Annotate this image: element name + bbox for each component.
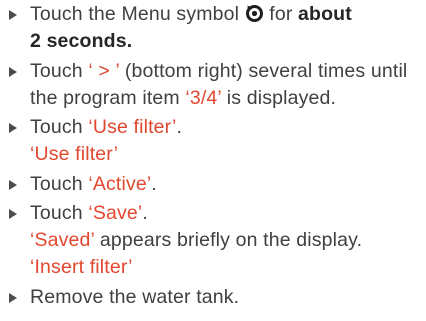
step-line: Touch ‘Save’. xyxy=(30,200,148,227)
step-text: is displayed. xyxy=(226,87,337,109)
step-line: ‘Use filter’ xyxy=(30,141,118,168)
triangle-right-icon xyxy=(9,180,17,190)
step-text: the program item xyxy=(30,87,180,109)
triangle-right-icon xyxy=(9,209,17,219)
step-line: the program item ‘3/4’ is displayed. xyxy=(30,85,336,112)
step-text: . xyxy=(151,173,157,195)
step-line: Touch ‘Use filter’. xyxy=(30,114,182,141)
triangle-right-icon xyxy=(9,123,17,133)
emphasis-text: about xyxy=(298,3,352,25)
step-text: (bottom right) several times until xyxy=(124,60,408,82)
step-text: for xyxy=(269,3,293,25)
step-line: Touch ‘ > ’ (bottom right) several times… xyxy=(30,58,407,85)
display-result-text: ‘Use filter’ xyxy=(30,143,119,165)
step-line: Touch the Menu symbol for about xyxy=(30,1,352,28)
display-text: ‘Active’ xyxy=(88,173,152,195)
step-text: Remove the water tank. xyxy=(30,286,240,308)
step-line: Touch ‘Active’. xyxy=(30,171,157,198)
menu-symbol-icon xyxy=(245,4,264,23)
display-result-text: ‘Saved’ xyxy=(30,229,95,251)
triangle-right-icon xyxy=(9,67,17,77)
triangle-right-icon xyxy=(9,10,17,20)
step-text: . xyxy=(176,116,183,138)
display-result-text: ‘Insert filter’ xyxy=(30,256,133,278)
triangle-right-icon xyxy=(9,293,17,303)
step-text: Touch xyxy=(30,202,83,224)
step-line: 2 seconds. xyxy=(30,28,132,55)
step-text: Touch xyxy=(30,116,83,138)
step-text: appears briefly on the display. xyxy=(99,229,363,251)
step-text: . xyxy=(142,202,148,224)
display-text: ‘ > ’ xyxy=(88,60,120,82)
step-text: Touch xyxy=(30,60,83,82)
display-text: ‘Save’ xyxy=(88,202,143,224)
step-line: ‘Saved’ appears briefly on the display. xyxy=(30,227,362,254)
display-text: ‘3/4’ xyxy=(185,87,222,109)
emphasis-text: 2 seconds. xyxy=(30,30,133,52)
step-text: Touch the Menu symbol xyxy=(30,3,240,25)
display-text: ‘Use filter’ xyxy=(88,116,177,138)
step-line: ‘Insert filter’ xyxy=(30,254,133,281)
step-text: Touch xyxy=(30,173,83,195)
step-line: Remove the water tank. xyxy=(30,284,239,311)
